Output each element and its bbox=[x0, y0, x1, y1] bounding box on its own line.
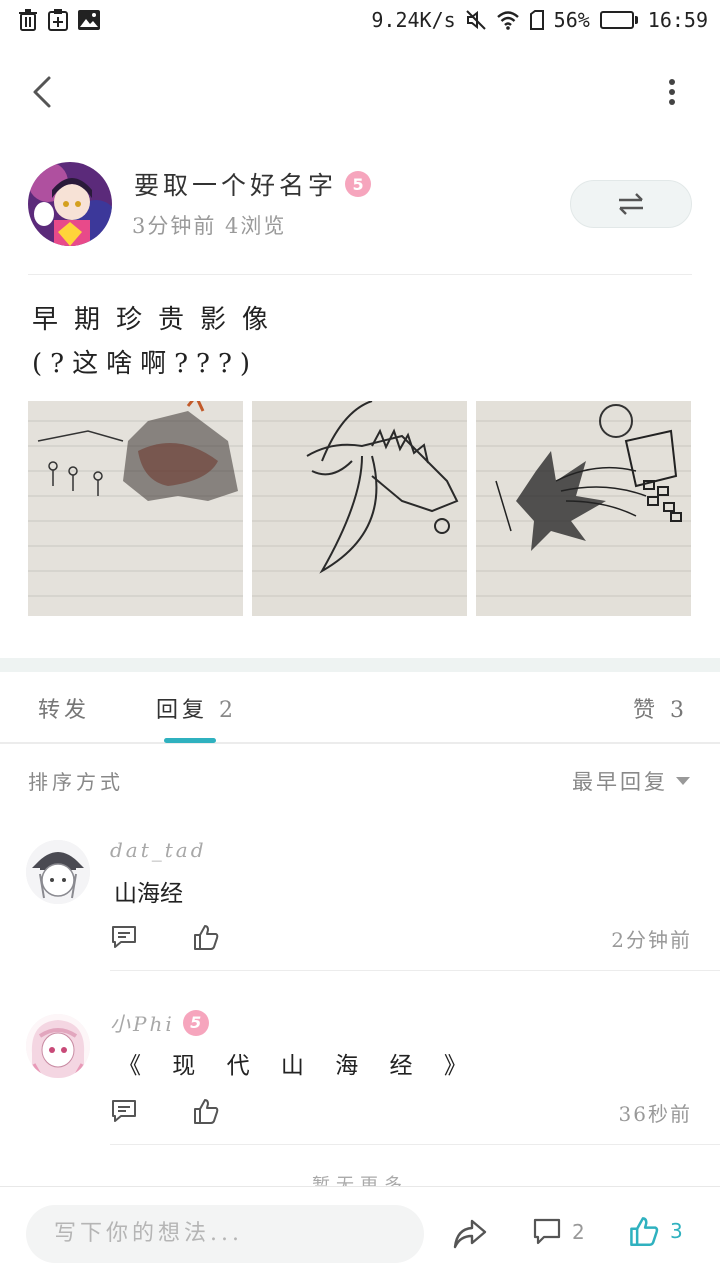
thumbs-up-icon bbox=[194, 925, 219, 950]
tab-repost[interactable]: 转发 bbox=[38, 692, 90, 724]
post-body: 早期珍贵影像 (?这啥啊???) bbox=[32, 298, 692, 386]
network-speed: 9.24K/s bbox=[371, 8, 456, 32]
mute-icon bbox=[465, 10, 486, 30]
tab-like-label: 赞 bbox=[632, 698, 659, 723]
level-badge: 5 bbox=[345, 171, 372, 197]
post-image-2[interactable] bbox=[252, 401, 467, 616]
like-count-button[interactable]: 3 bbox=[628, 1215, 683, 1247]
post-images bbox=[28, 401, 692, 616]
sort-row: 排序方式 最早回复 bbox=[0, 760, 720, 800]
share-arrow-icon bbox=[453, 1219, 487, 1249]
thumbs-up-icon bbox=[194, 1099, 219, 1124]
post-image-3[interactable] bbox=[476, 401, 691, 616]
like-button[interactable] bbox=[192, 1097, 220, 1125]
back-button[interactable] bbox=[22, 70, 62, 114]
status-right: 9.24K/s 56% 16:59 bbox=[371, 8, 708, 32]
post-text-line-1: 早期珍贵影像 bbox=[32, 305, 285, 335]
bottom-action-bar: 写下你的想法... 2 3 bbox=[0, 1186, 720, 1280]
battery-percent: 56% bbox=[553, 8, 590, 32]
wifi-icon bbox=[496, 10, 520, 30]
post-meta: 3分钟前 4浏览 bbox=[132, 214, 287, 238]
status-bar: 9.24K/s 56% 16:59 bbox=[0, 0, 720, 40]
author-name[interactable]: 要取一个好名字 bbox=[134, 166, 337, 202]
more-button[interactable] bbox=[652, 70, 692, 114]
divider bbox=[28, 274, 692, 275]
comment-time: 36秒前 bbox=[618, 1102, 692, 1126]
comment-text: 《 现 代 山 海 经 》 bbox=[118, 1053, 479, 1079]
swap-arrows-icon bbox=[619, 193, 643, 215]
commenter-name-text: dat_tad bbox=[110, 838, 207, 862]
commenter-name[interactable]: dat_tad bbox=[110, 838, 207, 862]
commenter-name[interactable]: 小Phi 5 bbox=[110, 1008, 209, 1037]
commenter-avatar[interactable] bbox=[26, 1014, 90, 1078]
sort-value: 最早回复 bbox=[572, 770, 668, 794]
more-vertical-icon bbox=[669, 79, 675, 105]
comment-count-button[interactable]: 2 bbox=[532, 1217, 585, 1247]
comment-divider bbox=[110, 1144, 720, 1145]
battery-icon bbox=[599, 11, 638, 29]
comment-input[interactable]: 写下你的想法... bbox=[26, 1205, 424, 1263]
reply-button[interactable] bbox=[110, 1098, 138, 1124]
comment-time: 2分钟前 bbox=[611, 928, 692, 952]
tab-like-count: 3 bbox=[670, 698, 688, 723]
repost-button[interactable] bbox=[570, 180, 692, 228]
author-avatar[interactable] bbox=[28, 162, 112, 246]
chevron-left-icon bbox=[33, 76, 51, 108]
comment-divider bbox=[110, 970, 720, 971]
comment-count: 2 bbox=[572, 1220, 585, 1244]
like-button[interactable] bbox=[192, 923, 220, 951]
share-button[interactable] bbox=[452, 1217, 488, 1251]
section-gap bbox=[0, 658, 720, 672]
thumbs-up-icon bbox=[630, 1217, 659, 1246]
clipboard-add-icon bbox=[48, 9, 68, 31]
tab-reply[interactable]: 回复 2 bbox=[156, 692, 237, 724]
tab-like[interactable]: 赞 3 bbox=[633, 692, 688, 724]
comment-item: 小Phi 5 《 现 代 山 海 经 》 36秒前 bbox=[0, 1002, 720, 1148]
caret-down-icon bbox=[676, 777, 690, 785]
sim-icon bbox=[529, 10, 544, 30]
post-text-line-2: (?这啥啊???) bbox=[32, 349, 259, 379]
tab-reply-label: 回复 bbox=[156, 698, 209, 723]
no-more-text: 暂无更多 bbox=[312, 1175, 408, 1188]
comment-icon bbox=[112, 926, 136, 948]
trash-icon bbox=[18, 9, 38, 31]
top-bar bbox=[0, 60, 720, 124]
interaction-tabs: 转发 回复 2 赞 3 bbox=[0, 672, 720, 744]
comment-text: 山海经 bbox=[114, 881, 183, 907]
clock: 16:59 bbox=[647, 8, 708, 32]
author-name-row[interactable]: 要取一个好名字 5 bbox=[134, 166, 372, 202]
comment-item: dat_tad 山海经 2分钟前 bbox=[0, 830, 720, 972]
tab-reply-count: 2 bbox=[219, 698, 238, 723]
sort-label: 排序方式 bbox=[28, 770, 124, 794]
tab-active-indicator bbox=[164, 738, 216, 743]
comment-icon bbox=[112, 1100, 136, 1122]
commenter-name-text: 小Phi bbox=[110, 1012, 175, 1036]
reply-button[interactable] bbox=[110, 924, 138, 950]
comment-bubble-icon bbox=[533, 1218, 561, 1245]
status-left bbox=[18, 9, 100, 31]
level-badge: 5 bbox=[182, 1009, 209, 1036]
commenter-avatar[interactable] bbox=[26, 840, 90, 904]
image-icon bbox=[78, 10, 100, 30]
sort-dropdown[interactable]: 最早回复 bbox=[572, 766, 690, 796]
tab-repost-label: 转发 bbox=[38, 698, 91, 723]
like-count: 3 bbox=[670, 1219, 683, 1243]
post-image-1[interactable] bbox=[28, 401, 243, 616]
post-author: 要取一个好名字 5 3分钟前 4浏览 bbox=[28, 160, 692, 250]
